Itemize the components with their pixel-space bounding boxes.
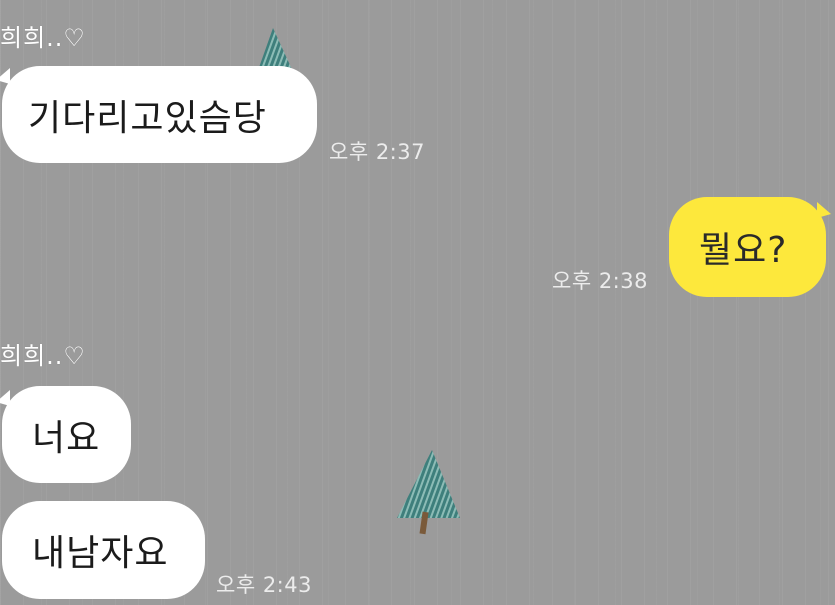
message-time: 오후 2:37	[329, 140, 425, 164]
message-bubble[interactable]: 기다리고있슴당	[2, 66, 317, 163]
message-time: 오후 2:43	[216, 573, 312, 597]
tree-icon	[397, 450, 460, 535]
message-bubble[interactable]: 너요	[2, 386, 131, 483]
sender-name: 희희..♡	[0, 342, 86, 370]
message-time: 오후 2:38	[552, 269, 648, 293]
chat-room: { "colors": { "background": "#9b9b9b", "…	[0, 0, 835, 605]
my-message-bubble[interactable]: 뭘요?	[669, 197, 826, 297]
message-bubble[interactable]: 내남자요	[2, 501, 205, 599]
sender-name: 희희..♡	[0, 24, 86, 52]
